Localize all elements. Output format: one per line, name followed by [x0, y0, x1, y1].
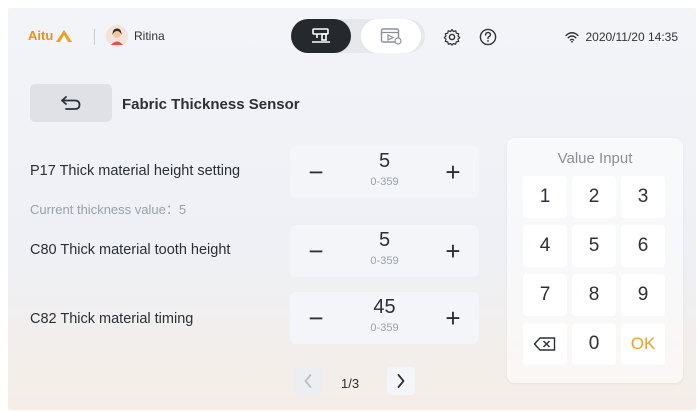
avatar — [106, 25, 128, 47]
wifi-icon — [565, 32, 580, 43]
logo-icon — [56, 29, 73, 42]
back-button[interactable] — [30, 84, 112, 122]
param-value[interactable]: 45 — [338, 296, 431, 319]
value-input-keypad: Value Input 1 2 3 4 5 6 7 8 9 0 OK — [507, 138, 683, 383]
param-label-p17: P17 Thick material height setting — [30, 163, 241, 179]
param-label-c80: C80 Thick material tooth height — [30, 242, 231, 258]
decrement-button[interactable]: − — [294, 225, 338, 277]
brand-name: Aitu — [28, 28, 54, 43]
user-name: Ritina — [134, 29, 165, 43]
increment-button[interactable]: + — [431, 146, 475, 198]
param-range: 0-359 — [370, 322, 399, 334]
key-4[interactable]: 4 — [523, 225, 567, 267]
brand-logo: Aitu — [28, 28, 73, 43]
decrement-button[interactable]: − — [294, 146, 338, 198]
help-button[interactable] — [478, 27, 498, 47]
avatar-icon — [106, 25, 128, 47]
backspace-icon — [533, 337, 556, 351]
next-page-button[interactable] — [387, 367, 415, 395]
key-9[interactable]: 9 — [621, 274, 665, 316]
top-bar: Aitu Ritina 2020/11/20 14:35 — [8, 8, 696, 68]
sewing-machine-icon — [312, 28, 330, 43]
decrement-button[interactable]: − — [294, 292, 338, 344]
stepper-p17: − 5 0-359 + — [290, 146, 479, 198]
key-8[interactable]: 8 — [572, 274, 616, 316]
increment-button[interactable]: + — [431, 292, 475, 344]
prev-page-button[interactable] — [294, 367, 322, 395]
key-0[interactable]: 0 — [572, 323, 616, 365]
page-indicator: 1/3 — [341, 376, 360, 391]
key-6[interactable]: 6 — [621, 225, 665, 267]
video-icon — [380, 28, 402, 45]
datetime: 2020/11/20 14:35 — [585, 30, 678, 44]
key-5[interactable]: 5 — [572, 225, 616, 267]
ok-key[interactable]: OK — [621, 323, 665, 365]
status-area: 2020/11/20 14:35 — [565, 30, 678, 44]
stepper-c82: − 45 0-359 + — [290, 292, 479, 344]
key-7[interactable]: 7 — [523, 274, 567, 316]
back-arrow-icon — [61, 96, 81, 110]
media-mode-button[interactable] — [361, 19, 421, 53]
param-range: 0-359 — [370, 255, 399, 267]
help-icon — [479, 28, 497, 46]
keypad-title: Value Input — [557, 150, 633, 167]
user-profile[interactable]: Ritina — [106, 25, 165, 47]
chevron-right-icon — [397, 374, 405, 388]
param-range: 0-359 — [370, 176, 399, 188]
stepper-c80: − 5 0-359 + — [290, 225, 479, 277]
increment-button[interactable]: + — [431, 225, 475, 277]
param-label-c82: C82 Thick material timing — [30, 311, 194, 327]
screen: Aitu Ritina 2020/11/20 14:35 Fabric Thic… — [8, 8, 696, 410]
key-3[interactable]: 3 — [621, 176, 665, 218]
mode-toggle — [291, 19, 425, 53]
param-value[interactable]: 5 — [338, 150, 431, 173]
key-1[interactable]: 1 — [523, 176, 567, 218]
gear-icon — [443, 28, 461, 46]
key-2[interactable]: 2 — [572, 176, 616, 218]
current-thickness-value: Current thickness value：5 — [30, 202, 187, 217]
chevron-left-icon — [304, 374, 312, 388]
settings-button[interactable] — [442, 27, 462, 47]
param-value[interactable]: 5 — [338, 229, 431, 252]
page-title: Fabric Thickness Sensor — [122, 96, 300, 113]
divider — [94, 29, 95, 45]
sewing-mode-button[interactable] — [291, 19, 351, 53]
backspace-key[interactable] — [523, 323, 567, 365]
